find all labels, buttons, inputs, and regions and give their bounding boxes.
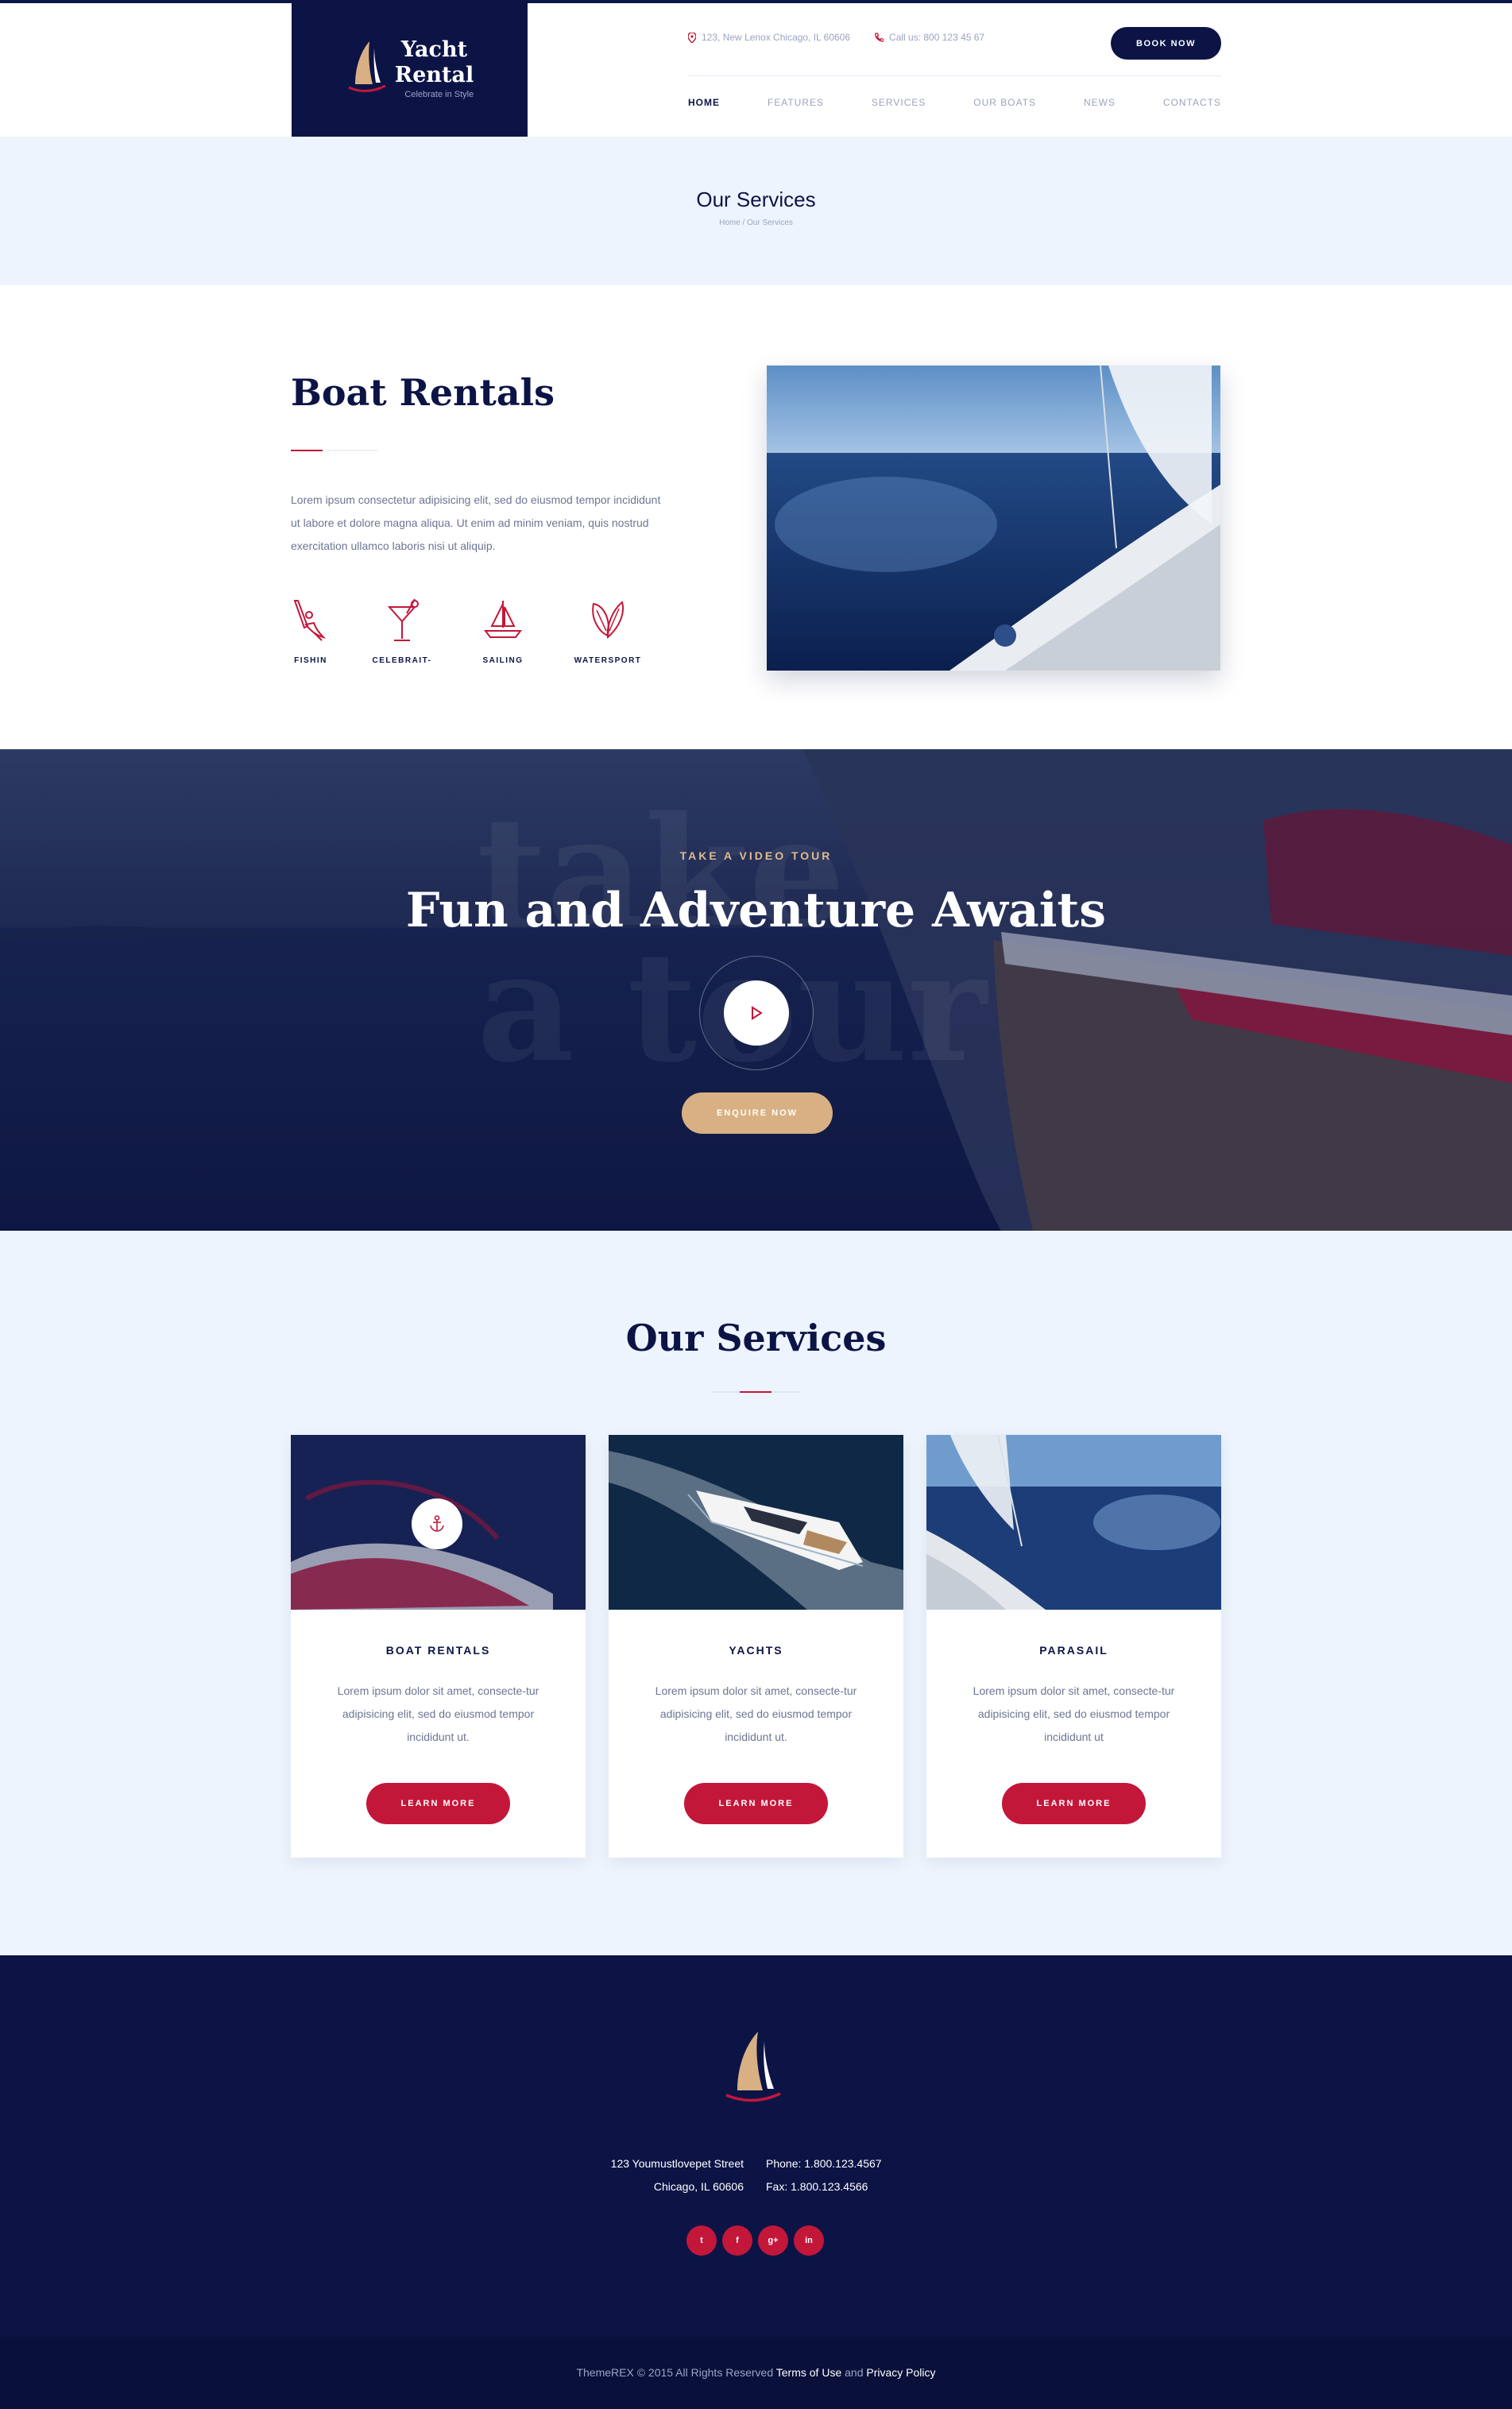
card-title-yachts: YACHTS — [729, 1644, 783, 1657]
logo-name-line2: Rental — [394, 63, 474, 87]
video-tour-section: take a tour TAKE A VIDEO TOUR Fun and Ad… — [0, 749, 1512, 1231]
copyright-text: ThemeREX © 2015 All Rights Reserved — [576, 2366, 774, 2379]
video-title: Fun and Adventure Awaits — [405, 883, 1107, 938]
services-section: Our Services BOAT RENTALS Lorem ipsum do… — [0, 1231, 1512, 1955]
feature-label-watersport: WATERSPORT — [574, 656, 642, 665]
parasail-photo — [926, 1435, 1221, 1610]
logo-tagline: Celebrate in Style — [404, 90, 474, 99]
social-links: t f g+ in — [686, 2225, 824, 2256]
nav-news[interactable]: NEWS — [1084, 97, 1116, 108]
address-text: 123, New Lenox Chicago, IL 60606 — [702, 32, 851, 43]
copyright-bar: ThemeREX © 2015 All Rights Reserved Term… — [0, 2337, 1512, 2409]
twitter-icon[interactable]: t — [686, 2225, 717, 2256]
anchor-badge[interactable] — [412, 1498, 462, 1549]
book-now-button[interactable]: BOOK NOW — [1111, 27, 1221, 60]
google-plus-icon[interactable]: g+ — [758, 2225, 788, 2256]
service-card-parasail: PARASAIL Lorem ipsum dolor sit amet, con… — [926, 1435, 1221, 1858]
feature-label-sailing: SAILING — [482, 656, 524, 665]
nav-our-boats[interactable]: OUR BOATS — [973, 97, 1036, 108]
nav-services[interactable]: SERVICES — [872, 97, 926, 108]
footer-contacts: Phone: 1.800.123.4567 Fax: 1.800.123.456… — [766, 2152, 973, 2198]
services-heading: Our Services — [625, 1317, 887, 1359]
feature-watersport[interactable]: WATERSPORT — [564, 596, 652, 665]
heading-underline — [291, 450, 378, 451]
anchor-icon — [430, 1515, 444, 1532]
video-kicker: TAKE A VIDEO TOUR — [679, 849, 833, 862]
card-title-parasail: PARASAIL — [1039, 1644, 1108, 1657]
phone-info[interactable]: Call us: 800 123 45 67 — [874, 32, 984, 43]
phone-icon — [875, 33, 884, 42]
nav-home[interactable]: HOME — [688, 97, 720, 108]
card-text-boat-rentals: Lorem ipsum dolor sit amet, consecte-tur… — [337, 1684, 539, 1743]
terms-link[interactable]: Terms of Use — [776, 2366, 841, 2379]
page-title-band: Our Services Home / Our Services — [0, 137, 1512, 285]
footer-address-line1: 123 Youmustlovepet Street — [610, 2157, 744, 2170]
feature-fishing[interactable]: FISHIN — [267, 596, 354, 665]
services-underline — [712, 1391, 799, 1393]
top-accent-line — [0, 0, 1512, 3]
footer-address-line2: Chicago, IL 60606 — [653, 2180, 744, 2193]
feature-celebration[interactable]: CELEBRAIT- — [358, 596, 446, 665]
map-pin-icon — [688, 32, 696, 43]
copyright-and: and — [845, 2366, 864, 2379]
nav-contacts[interactable]: CONTACTS — [1163, 97, 1221, 108]
yacht-photo — [609, 1435, 903, 1610]
footer-sail-logo-icon[interactable] — [723, 2027, 783, 2109]
cocktail-icon — [387, 598, 419, 641]
feature-label-fishing: FISHIN — [294, 656, 327, 665]
feature-label-celebration: CELEBRAIT- — [372, 656, 432, 665]
sail-logo-icon — [348, 41, 386, 92]
footer-fax: Fax: 1.800.123.4566 — [766, 2180, 868, 2193]
fishing-icon — [293, 600, 327, 641]
footer-address: 123 Youmustlovepet Street Chicago, IL 60… — [556, 2152, 744, 2198]
footer-phone[interactable]: Phone: 1.800.123.4567 — [766, 2152, 973, 2175]
play-video-button[interactable] — [724, 980, 789, 1046]
facebook-icon[interactable]: f — [722, 2225, 752, 2256]
sailboat-deck-photo — [767, 365, 1220, 671]
boat-rentals-text: Lorem ipsum consectetur adipisicing elit… — [291, 493, 661, 552]
service-card-yachts: YACHTS Lorem ipsum dolor sit amet, conse… — [609, 1435, 903, 1858]
nav-features[interactable]: FEATURES — [768, 97, 824, 108]
site-logo[interactable]: Yacht Rental Celebrate in Style — [292, 0, 528, 137]
enquire-now-button[interactable]: ENQUIRE NOW — [682, 1092, 833, 1134]
contact-info-row: 123, New Lenox Chicago, IL 60606 Call us… — [688, 32, 984, 43]
card-title-boat-rentals: BOAT RENTALS — [385, 1644, 491, 1657]
page-title: Our Services — [696, 188, 816, 211]
service-card-boat-rentals: BOAT RENTALS Lorem ipsum dolor sit amet,… — [291, 1435, 586, 1858]
logo-name-line1: Yacht — [400, 37, 468, 62]
sailboat-icon — [484, 601, 522, 638]
card-text-yachts: Lorem ipsum dolor sit amet, consecte-tur… — [655, 1684, 857, 1743]
surfboard-icon — [592, 601, 624, 639]
learn-more-button[interactable]: LEARN MORE — [366, 1783, 510, 1824]
learn-more-button[interactable]: LEARN MORE — [1002, 1783, 1146, 1824]
breadcrumb[interactable]: Home / Our Services — [0, 218, 1512, 227]
learn-more-button[interactable]: LEARN MORE — [684, 1783, 828, 1824]
header-divider — [688, 75, 1221, 76]
boat-rentals-heading: Boat Rentals — [291, 371, 555, 414]
footer: 123 Youmustlovepet Street Chicago, IL 60… — [0, 1955, 1512, 2337]
linkedin-icon[interactable]: in — [794, 2225, 824, 2256]
feature-sailing[interactable]: SAILING — [459, 596, 547, 665]
play-icon — [752, 1006, 763, 1020]
phone-text: Call us: 800 123 45 67 — [889, 32, 985, 43]
main-nav: HOME FEATURES SERVICES OUR BOATS NEWS CO… — [688, 97, 1221, 108]
address-info: 123, New Lenox Chicago, IL 60606 — [688, 32, 850, 43]
privacy-link[interactable]: Privacy Policy — [866, 2366, 935, 2379]
card-text-parasail: Lorem ipsum dolor sit amet, consecte-tur… — [973, 1684, 1175, 1743]
